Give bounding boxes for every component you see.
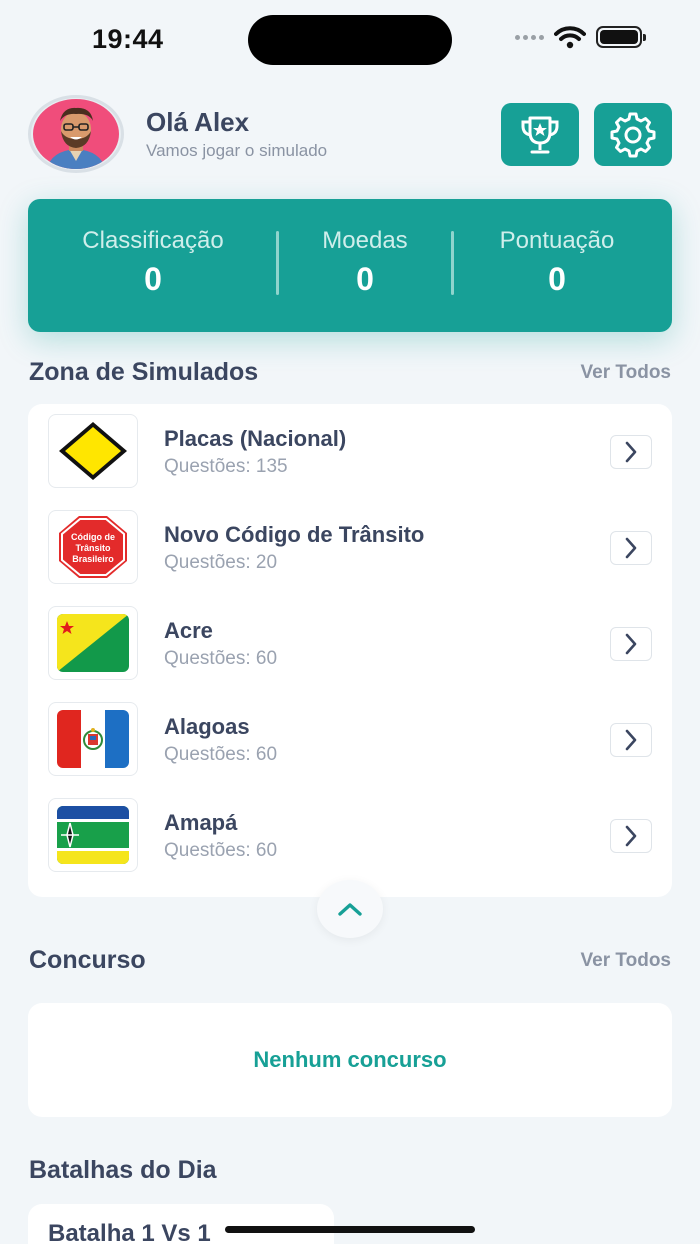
stat-label: Pontuação	[499, 227, 615, 254]
chevron-right-icon	[625, 441, 637, 463]
status-time: 19:44	[92, 24, 164, 54]
trophy-icon	[521, 116, 559, 153]
item-title: Amapá	[164, 810, 238, 835]
item-title: Alagoas	[164, 714, 250, 739]
simulados-section-title: Zona de Simulados	[29, 358, 259, 386]
stat-value: 0	[144, 261, 162, 297]
stop-sign-text-3: Brasileiro	[72, 554, 114, 564]
stop-sign-icon: Código de Trânsito Brasileiro	[48, 510, 138, 584]
battle-card-title: Batalha 1 Vs 1	[48, 1220, 211, 1244]
list-item-amapa[interactable]: Amapá Questões: 60	[28, 788, 672, 884]
chevron-right-icon	[625, 537, 637, 559]
greeting-text: Olá Alex	[146, 107, 250, 137]
item-subtitle: Questões: 60	[164, 840, 278, 861]
chevron-right-button[interactable]	[610, 723, 652, 757]
stat-value: 0	[548, 261, 566, 297]
stat-label: Moedas	[322, 227, 408, 254]
item-title: Placas (Nacional)	[164, 426, 347, 451]
stat-label: Classificação	[82, 227, 224, 254]
greeting-subtitle: Vamos jogar o simulado	[146, 141, 328, 160]
item-subtitle: Questões: 60	[164, 648, 278, 669]
item-subtitle: Questões: 60	[164, 744, 278, 765]
empty-state-text: Nenhum concurso	[253, 1047, 447, 1072]
chevron-up-icon	[338, 903, 362, 916]
batalhas-section-title: Batalhas do Dia	[29, 1156, 217, 1184]
list-item-placas[interactable]: Placas (Nacional) Questões: 135	[28, 404, 672, 500]
item-subtitle: Questões: 20	[164, 552, 278, 573]
stat-ranking: Classificação 0	[28, 227, 278, 298]
chevron-right-button[interactable]	[610, 627, 652, 661]
stat-score: Pontuação 0	[454, 227, 660, 298]
chevron-right-button[interactable]	[610, 435, 652, 469]
concurso-see-all-link[interactable]: Ver Todos	[581, 950, 671, 972]
avatar[interactable]	[28, 95, 124, 173]
trophy-button[interactable]	[501, 103, 579, 166]
chevron-right-icon	[625, 825, 637, 847]
list-item-codigo-transito[interactable]: Código de Trânsito Brasileiro Novo Códig…	[28, 500, 672, 596]
chevron-right-icon	[625, 633, 637, 655]
warning-sign-icon	[48, 414, 138, 488]
stat-coins: Moedas 0	[279, 227, 451, 298]
stat-value: 0	[356, 261, 374, 297]
item-subtitle: Questões: 135	[164, 456, 288, 477]
dynamic-island	[248, 15, 452, 65]
concurso-empty-card: Nenhum concurso	[28, 1003, 672, 1117]
chevron-right-button[interactable]	[610, 819, 652, 853]
battle-card[interactable]: Batalha 1 Vs 1	[28, 1204, 334, 1244]
signal-icon	[515, 34, 544, 40]
profile-header: Olá Alex Vamos jogar o simulado	[28, 95, 672, 175]
battery-icon	[596, 26, 646, 48]
collapse-button[interactable]	[317, 880, 383, 938]
stop-sign-text-2: Trânsito	[75, 543, 111, 553]
settings-button[interactable]	[594, 103, 672, 166]
alagoas-flag-icon	[48, 702, 138, 776]
home-indicator[interactable]	[225, 1226, 475, 1233]
simulados-list: Placas (Nacional) Questões: 135 Código d…	[28, 404, 672, 897]
status-bar: 19:44	[0, 0, 700, 80]
acre-flag-icon	[48, 606, 138, 680]
chevron-right-icon	[625, 729, 637, 751]
stop-sign-text-1: Código de	[71, 532, 115, 542]
chevron-right-button[interactable]	[610, 531, 652, 565]
simulados-see-all-link[interactable]: Ver Todos	[581, 362, 671, 384]
concurso-section-title: Concurso	[29, 946, 146, 974]
list-item-alagoas[interactable]: Alagoas Questões: 60	[28, 692, 672, 788]
wifi-icon	[554, 26, 586, 49]
item-title: Novo Código de Trânsito	[164, 522, 425, 547]
amapa-flag-icon	[48, 798, 138, 872]
status-icons	[515, 25, 646, 49]
item-title: Acre	[164, 618, 213, 643]
gear-icon	[610, 112, 656, 157]
list-item-acre[interactable]: Acre Questões: 60	[28, 596, 672, 692]
stats-card: Classificação 0 Moedas 0 Pontuação 0	[28, 199, 672, 332]
